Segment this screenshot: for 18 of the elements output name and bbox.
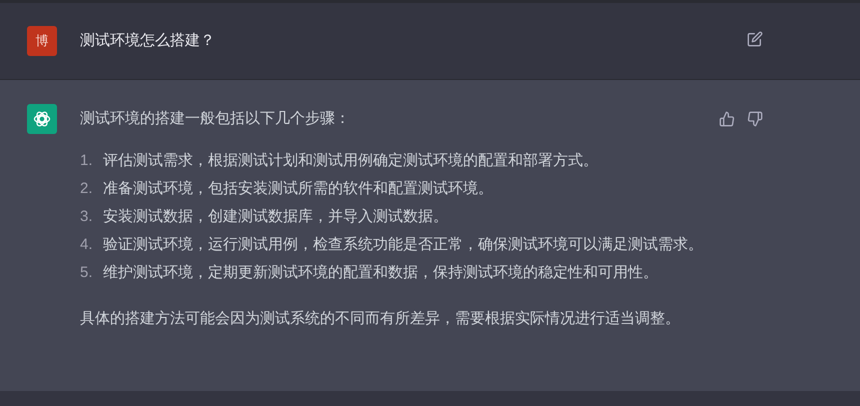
step-text: 验证测试环境，运行测试用例，检查系统功能是否正常，确保测试环境可以满足测试需求。 [103, 235, 703, 255]
answer-conclusion: 具体的搭建方法可能会因为测试系统的不同而有所差异，需要根据实际情况进行适当调整。 [80, 309, 681, 329]
assistant-avatar [27, 104, 57, 134]
question-text: 测试环境怎么搭建？ [80, 31, 215, 51]
step-text: 评估测试需求，根据测试计划和测试用例确定测试环境的配置和部署方式。 [103, 151, 598, 171]
step-number: 3. [80, 207, 94, 227]
user-avatar: 博 [27, 26, 57, 56]
step-text: 安装测试数据，创建测试数据库，并导入测试数据。 [103, 207, 448, 227]
step-number: 4. [80, 235, 94, 255]
step-number: 2. [80, 179, 94, 199]
step-number: 5. [80, 263, 94, 283]
step-text: 准备测试环境，包括安装测试所需的软件和配置测试环境。 [103, 179, 493, 199]
answer-intro: 测试环境的搭建一般包括以下几个步骤： [80, 109, 351, 129]
thumbs-up-icon[interactable] [719, 111, 735, 127]
edit-icon[interactable] [747, 31, 763, 47]
step-number: 1. [80, 151, 94, 171]
step-text: 维护测试环境，定期更新测试环境的配置和数据，保持测试环境的稳定性和可用性。 [103, 263, 658, 283]
thumbs-down-icon[interactable] [747, 111, 763, 127]
